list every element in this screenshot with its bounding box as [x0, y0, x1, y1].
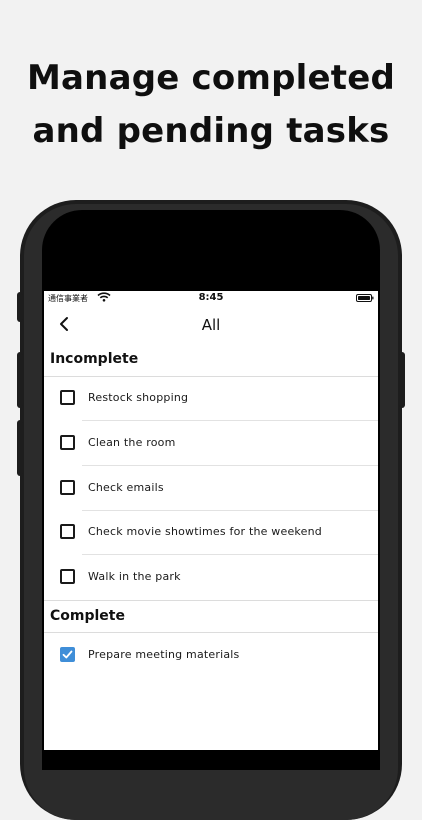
task-label: Check movie showtimes for the weekend: [88, 525, 322, 538]
status-bar: 通信事業者 8:45: [44, 291, 378, 307]
task-row[interactable]: Clean the room: [44, 422, 378, 466]
phone-side-button-left-3: [17, 420, 23, 476]
task-row[interactable]: Check emails: [44, 467, 378, 511]
row-divider: [82, 554, 378, 555]
checkmark-icon: [62, 650, 73, 659]
page-title: All: [201, 316, 221, 334]
section-header-incomplete: Incomplete: [50, 351, 139, 367]
task-checkbox[interactable]: [60, 390, 75, 405]
task-checkbox[interactable]: [60, 480, 75, 495]
task-label: Clean the room: [88, 436, 176, 449]
status-time: 8:45: [198, 292, 224, 303]
task-checkbox[interactable]: [60, 569, 75, 584]
task-row[interactable]: Restock shopping: [44, 377, 378, 421]
headline-line-2: and pending tasks: [32, 111, 390, 151]
task-checkbox[interactable]: [60, 435, 75, 450]
task-label: Check emails: [88, 481, 164, 494]
phone-side-button-right: [399, 352, 405, 408]
headline-line-1: Manage completed: [26, 58, 395, 98]
task-row[interactable]: Check movie showtimes for the weekend: [44, 511, 378, 555]
task-row[interactable]: Prepare meeting materials: [44, 634, 378, 678]
task-row[interactable]: Walk in the park: [44, 556, 378, 600]
task-label: Restock shopping: [88, 391, 189, 404]
section-divider: [44, 600, 378, 601]
phone-side-button-left-2: [17, 352, 23, 408]
task-label: Prepare meeting materials: [88, 648, 240, 661]
task-label: Walk in the park: [88, 570, 181, 583]
section-divider: [44, 632, 378, 633]
row-divider: [82, 420, 378, 421]
section-header-complete: Complete: [50, 608, 125, 624]
task-checkbox[interactable]: [60, 524, 75, 539]
battery-icon: [356, 294, 374, 302]
app-screen: 通信事業者 8:45 All Incomplete Restock shoppi…: [44, 291, 378, 750]
navigation-bar: All: [44, 313, 378, 337]
row-divider: [82, 465, 378, 466]
task-checkbox-checked[interactable]: [60, 647, 75, 662]
phone-side-button-left-1: [17, 292, 23, 322]
promo-headline: Manage completed and pending tasks: [0, 52, 422, 158]
